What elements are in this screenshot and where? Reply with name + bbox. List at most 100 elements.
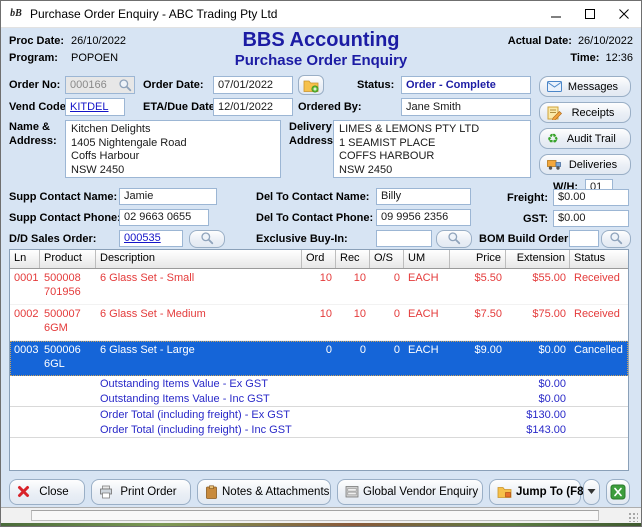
audit-trail-button[interactable]: ♻ Audit Trail <box>539 128 631 149</box>
close-button[interactable]: Close <box>9 479 85 505</box>
dd-sales-order-search-button[interactable] <box>189 230 225 248</box>
gst-field[interactable]: $0.00 <box>553 210 629 227</box>
col-description: Description <box>96 250 302 268</box>
vend-code-field[interactable]: KITDEL <box>65 98 125 116</box>
eta-due-date-field[interactable]: 12/01/2022 <box>213 98 293 116</box>
folder-plus-icon <box>303 78 319 93</box>
footer-button-bar: Close Print Order Notes & Attachments Gl… <box>9 478 630 505</box>
table-row[interactable]: 0001 500008701956 6 Glass Set - Small 10… <box>10 269 628 305</box>
col-rec: Rec <box>336 250 370 268</box>
vend-code-label: Vend Code: <box>9 98 70 116</box>
search-icon <box>447 231 461 248</box>
resize-grip[interactable] <box>627 511 638 522</box>
supp-contact-phone-field[interactable]: 02 9663 0655 <box>119 209 209 226</box>
table-header-row: Ln Product Description Ord Rec O/S UM Pr… <box>10 250 628 269</box>
chevron-down-icon <box>587 488 596 495</box>
global-vendor-enquiry-button[interactable]: Global Vendor Enquiry <box>337 479 483 505</box>
purchase-order-enquiry-window: bB Purchase Order Enquiry - ABC Trading … <box>0 0 642 527</box>
del-contact-phone-field[interactable]: 09 9956 2356 <box>376 209 471 226</box>
del-contact-phone-label: Del To Contact Phone: <box>256 209 373 227</box>
bom-build-order-field[interactable] <box>569 230 599 247</box>
notes-attachments-button[interactable]: Notes & Attachments <box>197 479 331 505</box>
order-date-field[interactable]: 07/01/2022 <box>213 76 293 94</box>
excel-export-icon <box>610 484 626 500</box>
actual-date-label: Actual Date: <box>508 33 572 50</box>
order-no-field[interactable]: 000166 <box>65 76 135 94</box>
col-extension: Extension <box>506 250 570 268</box>
exclusive-buy-in-search-button[interactable] <box>436 230 472 248</box>
supp-contact-phone-label: Supp Contact Phone: <box>9 209 121 227</box>
table-row-selected[interactable]: 0003 5000066GL 6 Glass Set - Large 0 0 0… <box>10 341 628 376</box>
folder-go-icon <box>497 485 512 498</box>
col-ord: Ord <box>302 250 336 268</box>
delivery-address-label: Delivery Address: <box>289 120 337 148</box>
line-items-table: Ln Product Description Ord Rec O/S UM Pr… <box>9 249 629 471</box>
dialog-content: Proc Date:26/10/2022 Program:POPOEN BBS … <box>1 28 641 526</box>
freight-field[interactable]: $0.00 <box>553 189 629 206</box>
dd-sales-order-label: D/D Sales Order: <box>9 230 96 248</box>
messages-button[interactable]: Messages <box>539 76 631 97</box>
col-um: UM <box>404 250 450 268</box>
col-status: Status <box>570 250 628 268</box>
status-label: Status: <box>357 76 394 94</box>
col-os: O/S <box>370 250 404 268</box>
header-right: Actual Date:26/10/2022 Time:12:36 <box>508 33 633 67</box>
totals-row: Outstanding Items Value - Ex GST $0.00 <box>10 376 628 391</box>
bom-build-order-search-button[interactable] <box>601 230 631 248</box>
dd-sales-order-link[interactable]: 000535 <box>124 232 161 244</box>
col-ln: Ln <box>10 250 40 268</box>
supp-contact-name-field[interactable]: Jamie <box>119 188 217 205</box>
minimize-icon <box>551 9 562 20</box>
export-excel-button[interactable] <box>606 479 630 505</box>
exclusive-buy-in-label: Exclusive Buy-In: <box>256 230 348 248</box>
col-product: Product <box>40 250 96 268</box>
exclusive-buy-in-field[interactable] <box>376 230 432 247</box>
totals-row: Outstanding Items Value - Inc GST $0.00 <box>10 391 628 406</box>
gst-label: GST: <box>506 210 548 228</box>
search-icon <box>118 78 132 94</box>
time-value: 12:36 <box>605 52 633 64</box>
print-order-button[interactable]: Print Order <box>91 479 191 505</box>
minimize-button[interactable] <box>539 1 573 27</box>
title-bar: bB Purchase Order Enquiry - ABC Trading … <box>1 1 641 28</box>
jump-to-button[interactable]: Jump To (F8) <box>489 479 581 505</box>
del-contact-name-label: Del To Contact Name: <box>256 188 369 206</box>
receipt-icon <box>547 106 562 120</box>
ordered-by-label: Ordered By: <box>298 98 362 116</box>
status-message-field <box>31 510 599 521</box>
totals-row: Order Total (including freight) - Ex GST… <box>10 406 628 422</box>
status-field[interactable]: Order - Complete <box>401 76 531 94</box>
vend-code-link[interactable]: KITDEL <box>70 101 109 113</box>
freight-label: Freight: <box>506 189 548 207</box>
eta-due-date-label: ETA/Due Date: <box>143 98 219 116</box>
archive-icon <box>345 485 359 498</box>
name-address-box[interactable]: Kitchen Delights 1405 Nightengale Road C… <box>65 120 281 178</box>
ordered-by-field[interactable]: Jane Smith <box>401 98 531 116</box>
envelope-icon <box>547 80 562 93</box>
name-address-label: Name & Address: <box>9 120 57 148</box>
deliveries-button[interactable]: Deliveries <box>539 154 631 175</box>
desktop-background <box>1 523 641 526</box>
col-price: Price <box>450 250 506 268</box>
dd-sales-order-field[interactable]: 000535 <box>119 230 183 247</box>
app-icon: bB <box>8 6 24 22</box>
status-bar <box>1 507 641 524</box>
jump-to-dropdown-button[interactable] <box>583 479 600 505</box>
order-no-label: Order No: <box>9 76 60 94</box>
table-row[interactable]: 0002 5000076GM 6 Glass Set - Medium 10 1… <box>10 305 628 341</box>
receipts-button[interactable]: Receipts <box>539 102 631 123</box>
close-window-button[interactable] <box>607 1 641 27</box>
maximize-button[interactable] <box>573 1 607 27</box>
time-label: Time: <box>570 50 599 67</box>
truck-icon <box>547 158 562 171</box>
search-icon <box>609 231 623 248</box>
totals-row: Order Total (including freight) - Inc GS… <box>10 422 628 438</box>
red-x-icon <box>17 485 30 498</box>
recycle-icon: ♻ <box>547 132 559 145</box>
open-order-button[interactable] <box>298 75 324 95</box>
search-icon <box>200 231 214 248</box>
window-title: Purchase Order Enquiry - ABC Trading Pty… <box>30 7 539 21</box>
del-contact-name-field[interactable]: Billy <box>376 188 471 205</box>
supp-contact-name-label: Supp Contact Name: <box>9 188 117 206</box>
delivery-address-box[interactable]: LIMES & LEMONS PTY LTD 1 SEAMIST PLACE C… <box>333 120 531 178</box>
